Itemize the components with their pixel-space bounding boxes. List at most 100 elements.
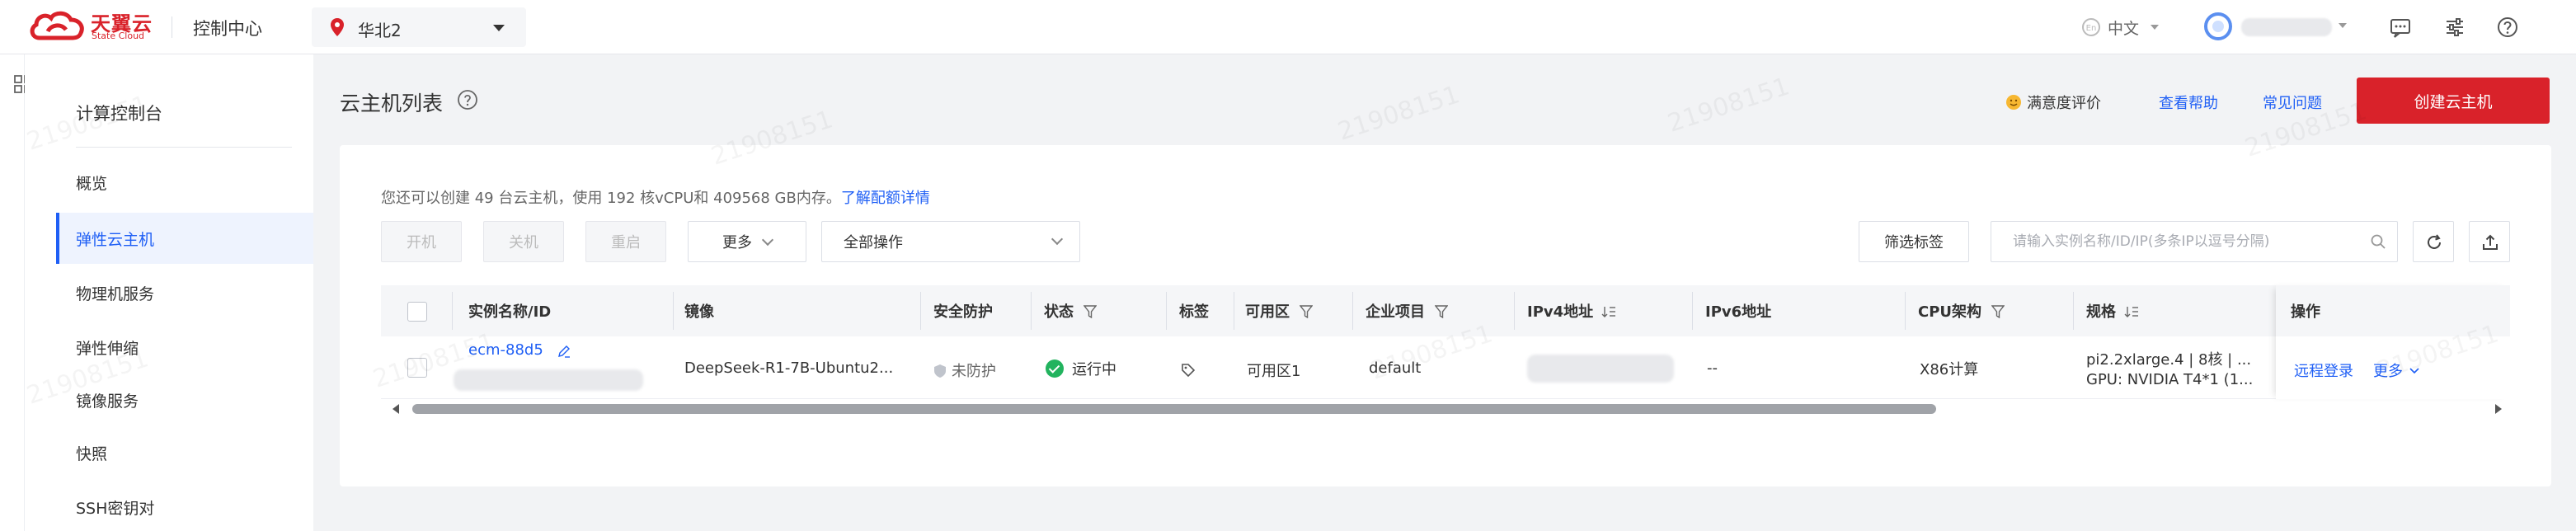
row-checkbox[interactable] (407, 358, 427, 378)
ipv6-address: -- (1707, 359, 1718, 377)
column-header-ipv6: IPv6地址 (1705, 303, 1772, 321)
column-header-status[interactable]: 状态 (1044, 300, 1097, 322)
filter-icon[interactable] (1435, 305, 1448, 318)
start-button[interactable]: 开机 (381, 221, 462, 262)
column-divider (673, 292, 674, 330)
svg-text:En: En (2086, 24, 2097, 33)
restart-button[interactable]: 重启 (585, 221, 666, 262)
instance-name-link[interactable]: ecm-88d5 (468, 341, 543, 359)
message-icon[interactable] (2388, 15, 2413, 40)
column-divider (1905, 292, 1906, 330)
search-icon[interactable] (2370, 233, 2386, 250)
chevron-down-icon (1051, 233, 1064, 246)
availability-zone: 可用区1 (1247, 363, 1301, 380)
column-header-project[interactable]: 企业项目 (1366, 300, 1448, 322)
column-header-spec[interactable]: 规格 (2086, 300, 2139, 322)
sidebar-item-overview[interactable]: 概览 (76, 172, 107, 194)
sidebar-item-image-service[interactable]: 镜像服务 (76, 389, 139, 411)
image-name: DeepSeek-R1-7B-Ubuntu2... (684, 359, 894, 377)
stop-button[interactable]: 关机 (483, 221, 564, 262)
column-header-cpu-arch[interactable]: CPU架构 (1918, 300, 2005, 322)
divider (76, 147, 292, 148)
sidebar-item-ecs[interactable]: 弹性云主机 (76, 228, 154, 250)
filter-icon[interactable] (1300, 305, 1313, 318)
column-header-ipv4[interactable]: IPv4地址 (1527, 300, 1616, 322)
view-help-link[interactable]: 查看帮助 (2159, 92, 2218, 113)
all-operations-select[interactable]: 全部操作 (821, 221, 1080, 262)
cloud-logo-icon[interactable] (28, 10, 87, 45)
zone-header-label: 可用区 (1245, 303, 1290, 321)
all-operations-label: 全部操作 (844, 234, 903, 251)
check-circle-icon (1046, 359, 1064, 378)
watermark: 21908151 (1664, 72, 1793, 138)
region-name: 华北2 (358, 21, 402, 40)
chevron-down-icon (761, 233, 774, 247)
more-actions-label: 更多 (722, 234, 752, 251)
refresh-button[interactable] (2413, 221, 2454, 262)
quota-notice: 您还可以创建 49 台云主机，使用 192 核vCPU和 409568 GB内存… (381, 186, 930, 208)
sidebar-item-auto-scaling[interactable]: 弹性伸缩 (76, 336, 139, 359)
user-avatar-icon[interactable] (2203, 12, 2233, 41)
filter-icon[interactable] (1991, 305, 2005, 318)
region-selector[interactable]: 华北2 (312, 7, 526, 47)
instance-status-label: 运行中 (1072, 361, 1116, 378)
more-actions-dropdown[interactable]: 更多 (688, 221, 806, 262)
sort-icon[interactable] (1601, 305, 1616, 318)
column-divider (920, 292, 921, 330)
instance-search-input[interactable] (1991, 221, 2398, 262)
top-bar: 天翼云 State Cloud 控制中心 华北2 En 中文 (0, 0, 2576, 54)
column-divider (452, 292, 453, 330)
question-circle-icon[interactable] (457, 89, 478, 110)
column-header-tags: 标签 (1179, 303, 1209, 321)
settings-sliders-icon[interactable] (2442, 15, 2467, 40)
help-icon[interactable] (2495, 15, 2520, 40)
select-all-checkbox[interactable] (407, 302, 427, 322)
remote-login-link[interactable]: 远程登录 (2294, 359, 2353, 381)
security-status: 未防护 (933, 359, 996, 381)
sidebar-item-snapshot[interactable]: 快照 (76, 442, 107, 464)
column-divider (1166, 292, 1167, 330)
page-title: 云主机列表 (340, 92, 444, 115)
create-instance-button[interactable]: 创建云主机 (2357, 78, 2550, 124)
column-header-zone[interactable]: 可用区 (1245, 300, 1313, 322)
sidebar-item-bare-metal[interactable]: 物理机服务 (76, 282, 154, 304)
column-header-name: 实例名称/ID (468, 303, 552, 321)
spec-header-label: 规格 (2086, 303, 2116, 321)
spec-line-1: pi2.2xlarge.4 | 8核 | ... (2086, 351, 2252, 369)
tag-icon[interactable] (1181, 363, 1196, 378)
spec-line-2: GPU: NVIDIA T4*1 (1... (2086, 371, 2254, 388)
faq-link[interactable]: 常见问题 (2263, 92, 2322, 113)
column-divider (1514, 292, 1515, 330)
edit-pencil-icon[interactable] (557, 345, 571, 358)
ipv4-header-label: IPv4地址 (1527, 303, 1594, 321)
watermark: 21908151 (1334, 80, 1463, 146)
filter-tags-button[interactable]: 筛选标签 (1859, 221, 1969, 262)
language-switch[interactable]: 中文 (2108, 16, 2139, 39)
export-icon (2483, 234, 2498, 250)
refresh-icon (2428, 234, 2441, 249)
filter-icon[interactable] (1084, 305, 1097, 318)
quota-details-link[interactable]: 了解配额详情 (841, 190, 930, 207)
caret-down-icon (493, 25, 505, 31)
console-title[interactable]: 控制中心 (193, 16, 262, 40)
shield-icon (934, 364, 946, 378)
scroll-left-arrow-icon[interactable] (393, 404, 399, 414)
quota-text: 您还可以创建 49 台云主机，使用 192 核vCPU和 409568 GB内存… (381, 190, 841, 207)
column-divider (1352, 292, 1353, 330)
sort-icon[interactable] (2124, 305, 2139, 318)
ipv4-address-masked (1527, 355, 1674, 383)
column-divider (1692, 292, 1693, 330)
scroll-right-arrow-icon[interactable] (2495, 404, 2502, 414)
user-name-masked[interactable] (2241, 18, 2332, 36)
column-header-image: 镜像 (684, 303, 714, 321)
row-more-dropdown[interactable]: 更多 (2373, 359, 2419, 381)
enterprise-project: default (1369, 359, 1422, 377)
scrollbar-thumb[interactable] (412, 404, 1936, 414)
globe-icon: En (2082, 18, 2100, 36)
satisfaction-rating-link[interactable]: 满意度评价 (2027, 92, 2101, 113)
instance-id-masked (454, 369, 643, 391)
sidebar-item-ssh-keypair[interactable]: SSH密钥对 (76, 496, 154, 519)
sidebar-title: 计算控制台 (76, 104, 162, 124)
status-header-label: 状态 (1044, 303, 1074, 321)
export-button[interactable] (2469, 221, 2510, 262)
